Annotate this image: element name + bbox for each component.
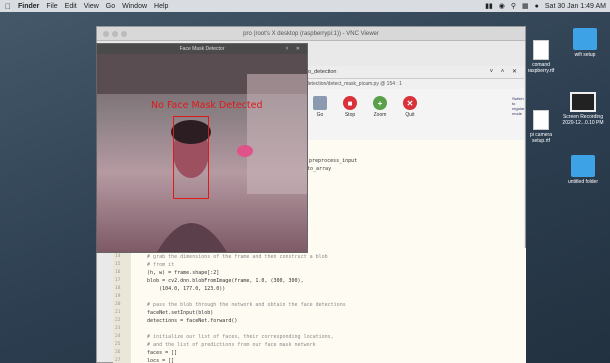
menu-edit[interactable]: Edit	[65, 3, 77, 10]
video-thumbnail-icon	[570, 92, 596, 112]
face-mask-detector-window[interactable]: Face Mask Detector ˅ ✕ No Face Mask Dete…	[96, 43, 308, 253]
code-line: # grab the dimensions of the frame and t…	[135, 254, 328, 260]
desktop-icon-label: Screen Recording 2020-12...0.10 PM	[562, 114, 604, 126]
camera-frame: No Face Mask Detected	[97, 54, 307, 252]
go-label: Go	[316, 112, 324, 118]
menu-window[interactable]: Window	[122, 3, 147, 10]
line-number: 14	[115, 254, 121, 259]
document-icon	[533, 40, 549, 60]
desktop-icon-label: wifi setup	[574, 52, 596, 58]
go-button[interactable]: Go	[310, 96, 330, 118]
face-mask-title-bar[interactable]: Face Mask Detector ˅ ✕	[97, 44, 307, 54]
wifi-icon[interactable]: ◉	[499, 2, 505, 10]
menu-app-name[interactable]: Finder	[18, 3, 39, 10]
code-line: faces = []	[135, 350, 178, 356]
desktop-icon-label: untitled folder	[567, 179, 599, 185]
background-object	[237, 145, 253, 157]
line-number: 17	[115, 278, 121, 283]
line-number: 26	[115, 350, 121, 355]
menu-clock[interactable]: Sat 30 Jan 1:49 AM	[545, 3, 606, 10]
stop-button[interactable]: ■ Stop	[340, 96, 360, 118]
control-center-icon[interactable]: ▦	[522, 2, 529, 10]
zoom-label: Zoom	[373, 112, 387, 118]
folder-icon	[571, 155, 595, 177]
quit-label: Quit	[405, 112, 415, 118]
code-line: t preprocess_input	[303, 158, 358, 164]
line-number: 23	[115, 326, 121, 331]
desktop-icon-label: pi camera setup.rtf	[530, 132, 552, 144]
line-number: 19	[115, 294, 121, 299]
code-line: # from it	[135, 262, 175, 268]
stop-icon: ■	[343, 96, 357, 110]
wall-panel	[247, 74, 307, 194]
window-controls	[103, 31, 127, 37]
zoom-window-button[interactable]	[121, 31, 127, 37]
code-line: faceNet.setInput(blob)	[135, 310, 214, 316]
line-number: 16	[115, 270, 121, 275]
quit-icon: ✕	[403, 96, 417, 110]
code-line: (h, w) = frame.shape[:2]	[135, 270, 220, 276]
line-number: 22	[115, 318, 121, 323]
face-bounding-box	[173, 116, 209, 199]
zoom-icon: +	[373, 96, 387, 110]
document-icon	[533, 110, 549, 130]
desktop-icon-comand-raspberry[interactable]: comand raspberry.rtf	[514, 40, 568, 74]
quit-button[interactable]: ✕ Quit	[400, 96, 420, 118]
thonny-title-bar[interactable]: o_detection ˅ ˄ ✕	[304, 66, 524, 79]
siri-icon[interactable]: ●	[535, 3, 539, 10]
code-editor[interactable]: 14 # grab the dimensions of the frame an…	[113, 248, 526, 363]
thonny-title: o_detection	[308, 69, 337, 75]
desktop-icon-screen-recording[interactable]: Screen Recording 2020-12...0.10 PM	[556, 92, 610, 126]
desktop-icon-label: comand raspberry.rtf	[527, 62, 555, 74]
apple-icon[interactable]: 	[5, 2, 11, 11]
code-line: to_array	[307, 166, 332, 172]
code-line: # and the list of predictions from our f…	[135, 342, 316, 348]
menu-bar:  Finder File Edit View Go Window Help ▮…	[0, 0, 610, 12]
close-window-button[interactable]	[103, 31, 109, 37]
code-line: # initialize our list of faces, their co…	[135, 334, 334, 340]
menu-view[interactable]: View	[84, 3, 99, 10]
line-number: 18	[115, 286, 121, 291]
vnc-title: pro (root's X desktop (raspberrypi:1)) -…	[243, 31, 379, 37]
zoom-button[interactable]: + Zoom	[370, 96, 390, 118]
thonny-toolbar: Go ■ Stop + Zoom ✕ Quit	[310, 96, 420, 118]
line-number: 20	[115, 302, 121, 307]
menu-file[interactable]: File	[46, 3, 57, 10]
go-icon	[313, 96, 327, 110]
code-line: locs = []	[135, 358, 175, 363]
thonny-file-path: detection/detect_mask_picam.py @ 154 : 1	[304, 79, 524, 89]
line-number: 25	[115, 342, 121, 347]
line-number: 15	[115, 262, 121, 267]
detection-label: No Face Mask Detected	[151, 100, 263, 111]
code-line: detections = faceNet.forward()	[135, 318, 238, 324]
code-editor-upper[interactable]: t preprocess_input to_array	[303, 140, 524, 248]
vnc-title-bar[interactable]: pro (root's X desktop (raspberrypi:1)) -…	[97, 27, 525, 41]
code-line: blob = cv2.dnn.blobFromImage(frame, 1.0,…	[135, 278, 304, 284]
face-mask-window-controls[interactable]: ˅ ✕	[286, 44, 304, 54]
code-line: # pass the blob through the network and …	[135, 302, 346, 308]
shirt	[157, 223, 227, 252]
battery-icon[interactable]: ▮▮	[485, 2, 493, 10]
line-number: 21	[115, 310, 121, 315]
desktop-icon-untitled-folder[interactable]: untitled folder	[556, 155, 610, 185]
menu-go[interactable]: Go	[106, 3, 115, 10]
folder-icon	[573, 28, 597, 50]
menu-help[interactable]: Help	[154, 3, 168, 10]
face-mask-window-title: Face Mask Detector	[179, 46, 225, 52]
search-icon[interactable]: ⚲	[511, 2, 516, 10]
code-line: (104.0, 177.0, 123.0))	[135, 286, 226, 292]
minimize-window-button[interactable]	[112, 31, 118, 37]
line-number: 24	[115, 334, 121, 339]
stop-label: Stop	[344, 112, 356, 118]
line-number: 27	[115, 358, 121, 363]
